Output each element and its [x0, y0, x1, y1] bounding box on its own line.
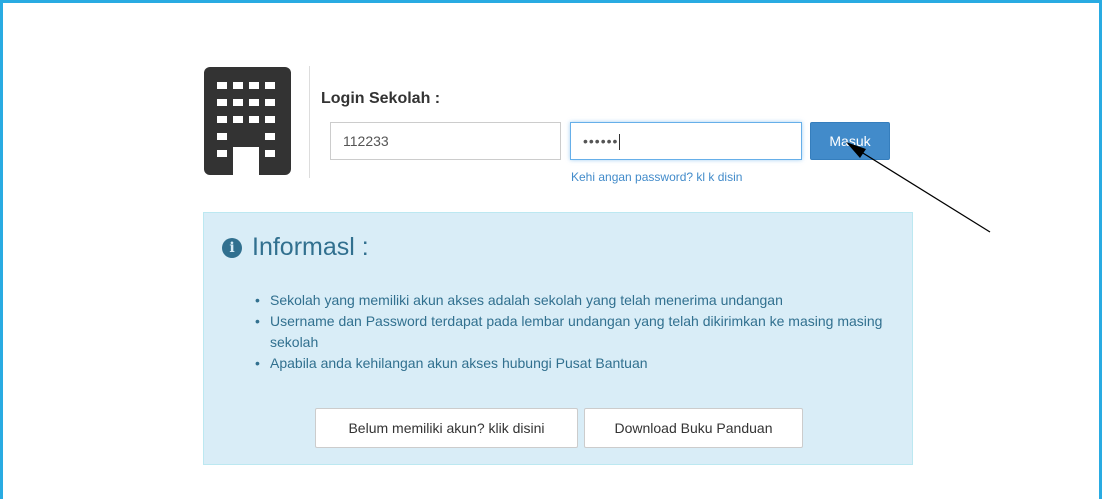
info-title-text: Informasl :: [252, 233, 369, 261]
download-guide-button[interactable]: Download Buku Panduan: [584, 408, 803, 448]
info-list-item: Username dan Password terdapat pada lemb…: [255, 311, 930, 353]
masuk-button[interactable]: Masuk: [810, 122, 890, 160]
info-list-item: Sekolah yang memiliki akun akses adalah …: [255, 290, 930, 311]
username-input[interactable]: 112233: [330, 122, 561, 160]
info-circle-icon: i: [222, 237, 242, 258]
info-list: Sekolah yang memiliki akun akses adalah …: [240, 290, 930, 374]
info-panel: i Informasl : Sekolah yang memiliki akun…: [203, 212, 913, 465]
vertical-divider: [309, 66, 310, 178]
password-value: ••••••: [583, 133, 619, 149]
register-button[interactable]: Belum memiliki akun? klik disini: [315, 408, 578, 448]
password-input[interactable]: ••••••: [570, 122, 802, 160]
info-list-item: Apabila anda kehilangan akun akses hubun…: [255, 353, 930, 374]
login-title: Login Sekolah :: [321, 90, 441, 107]
username-value: 112233: [343, 133, 389, 149]
info-heading: i Informasl :: [222, 233, 369, 262]
building-icon: [204, 67, 291, 175]
text-caret: [619, 134, 621, 151]
forgot-password-link[interactable]: Kehi angan password? kl k disin: [571, 170, 742, 184]
